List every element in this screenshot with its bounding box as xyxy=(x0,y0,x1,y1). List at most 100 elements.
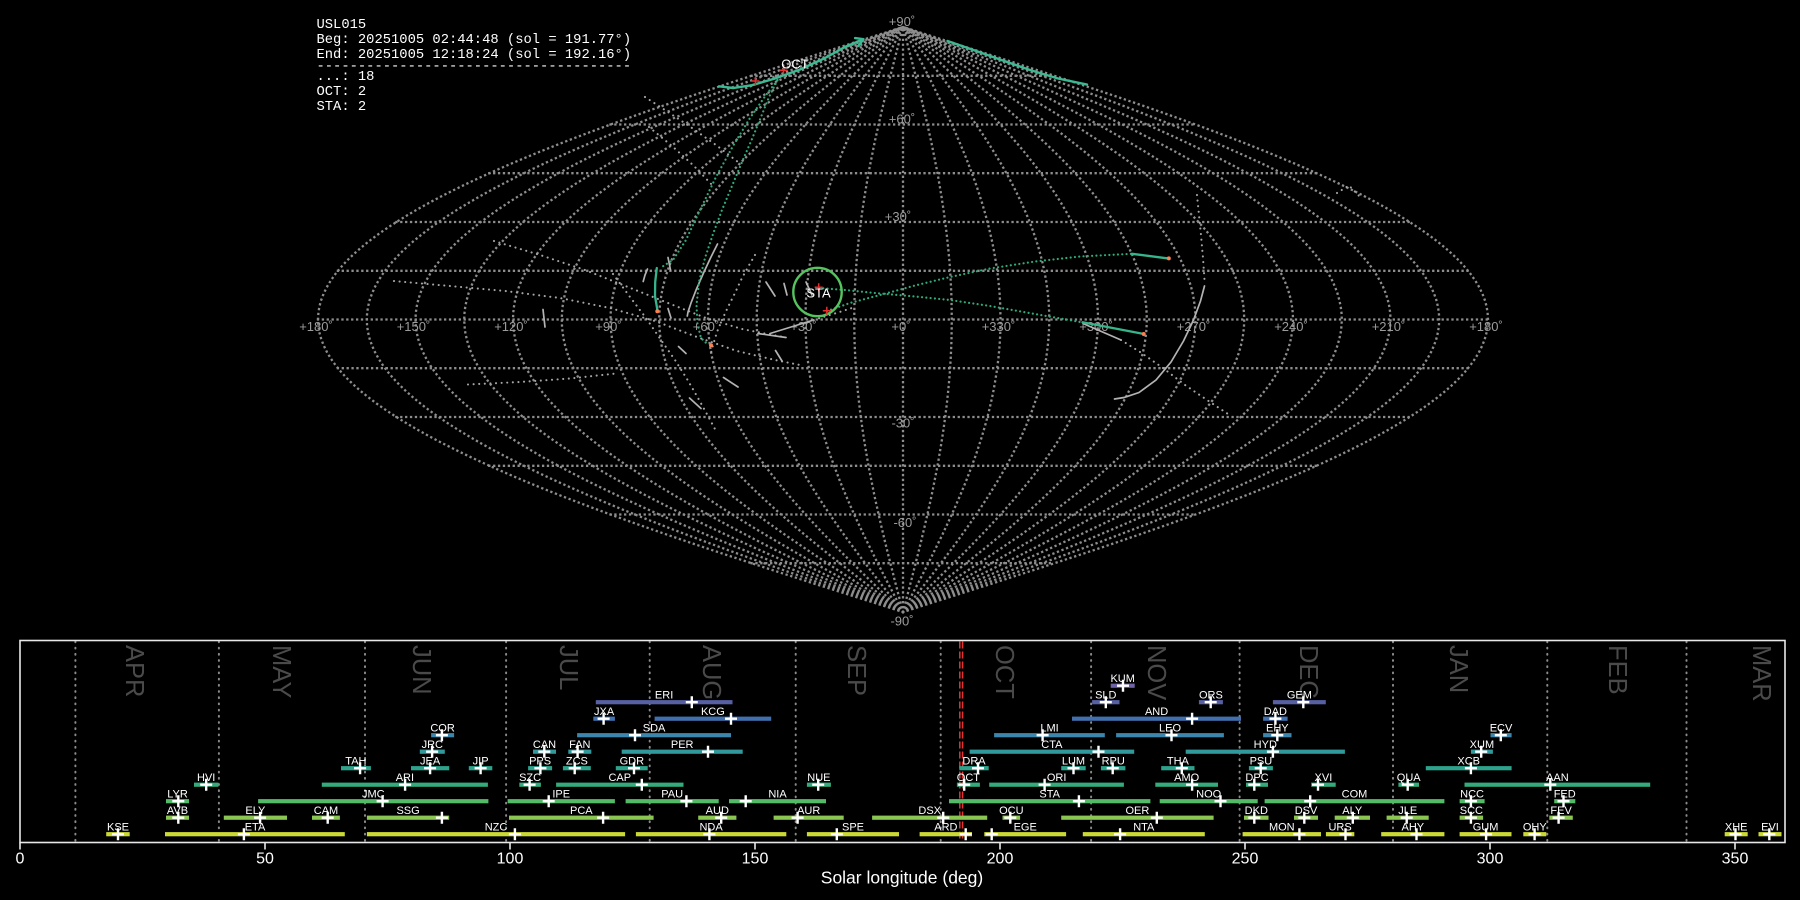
svg-text:+0˚: +0˚ xyxy=(891,319,910,334)
svg-text:JMC: JMC xyxy=(362,789,385,801)
svg-text:...: 18: ...: 18 xyxy=(317,70,375,85)
svg-text:JXA: JXA xyxy=(594,706,615,718)
svg-text:LMI: LMI xyxy=(1040,723,1058,735)
svg-text:FEB: FEB xyxy=(1603,645,1631,695)
svg-text:JUN: JUN xyxy=(407,645,435,695)
svg-text:DAD: DAD xyxy=(1264,706,1287,718)
svg-text:ORS: ORS xyxy=(1199,690,1223,702)
svg-text:AUR: AUR xyxy=(797,805,820,817)
svg-text:ORI: ORI xyxy=(1047,772,1067,784)
svg-text:GEM: GEM xyxy=(1287,690,1312,702)
svg-text:AVB: AVB xyxy=(167,805,188,817)
svg-text:JRC: JRC xyxy=(422,739,443,751)
svg-text:NDA: NDA xyxy=(699,822,723,834)
svg-text:300: 300 xyxy=(1477,851,1504,868)
svg-text:Solar longitude (deg): Solar longitude (deg) xyxy=(821,868,983,888)
svg-text:+60˚: +60˚ xyxy=(889,112,915,127)
svg-text:PER: PER xyxy=(671,739,694,751)
svg-text:JEA: JEA xyxy=(420,756,441,768)
svg-text:SEP: SEP xyxy=(842,645,870,696)
svg-text:+210˚: +210˚ xyxy=(1372,319,1406,334)
svg-text:Beg: 20251005 02:44:48 (sol =: Beg: 20251005 02:44:48 (sol = 191.77°) xyxy=(317,32,632,48)
svg-text:+120˚: +120˚ xyxy=(494,319,528,334)
svg-text:+30˚: +30˚ xyxy=(885,209,911,224)
svg-text:QUA: QUA xyxy=(1397,772,1422,784)
svg-text:KSE: KSE xyxy=(107,822,129,834)
svg-text:150: 150 xyxy=(742,851,769,868)
svg-text:OCT: OCT xyxy=(781,57,809,72)
svg-text:MAY: MAY xyxy=(267,645,295,698)
svg-text:250: 250 xyxy=(1232,851,1259,868)
svg-text:NUE: NUE xyxy=(807,772,830,784)
svg-text:XHE: XHE xyxy=(1725,822,1748,834)
svg-text:CAP: CAP xyxy=(608,772,631,784)
svg-text:USL015: USL015 xyxy=(317,18,367,33)
svg-text:NCC: NCC xyxy=(1460,789,1484,801)
svg-text:AAN: AAN xyxy=(1546,772,1569,784)
svg-text:DKD: DKD xyxy=(1245,805,1268,817)
svg-text:200: 200 xyxy=(987,851,1014,868)
svg-text:NIA: NIA xyxy=(768,789,787,801)
svg-text:ECV: ECV xyxy=(1490,723,1513,735)
svg-text:350: 350 xyxy=(1722,851,1749,868)
svg-text:JUL: JUL xyxy=(554,645,582,690)
svg-text:STA: STA xyxy=(1039,789,1060,801)
svg-text:SSG: SSG xyxy=(396,805,419,817)
svg-text:EVI: EVI xyxy=(1761,822,1779,834)
svg-text:ALY: ALY xyxy=(1342,805,1363,817)
svg-text:-60˚: -60˚ xyxy=(893,515,916,530)
svg-text:OCT: OCT xyxy=(990,645,1018,699)
svg-text:AHY: AHY xyxy=(1401,822,1424,834)
svg-text:50: 50 xyxy=(256,851,274,868)
svg-text:CTA: CTA xyxy=(1041,739,1063,751)
svg-text:LUM: LUM xyxy=(1062,756,1085,768)
svg-text:OCT: OCT xyxy=(957,772,981,784)
svg-text:LEO: LEO xyxy=(1159,723,1181,735)
svg-text:NOV: NOV xyxy=(1142,645,1170,700)
svg-text:MON: MON xyxy=(1269,822,1295,834)
svg-text:+150˚: +150˚ xyxy=(397,319,431,334)
svg-text:AUD: AUD xyxy=(706,805,729,817)
svg-text:HYD: HYD xyxy=(1254,739,1277,751)
svg-text:-30˚: -30˚ xyxy=(891,416,914,431)
svg-text:CAM: CAM xyxy=(314,805,338,817)
svg-text:HVI: HVI xyxy=(197,772,215,784)
svg-text:ARI: ARI xyxy=(396,772,414,784)
svg-text:STA: STA xyxy=(806,286,831,301)
svg-text:OHY: OHY xyxy=(1523,822,1548,834)
svg-text:RPU: RPU xyxy=(1102,756,1125,768)
svg-text:ZCS: ZCS xyxy=(566,756,588,768)
svg-text:AMO: AMO xyxy=(1174,772,1200,784)
svg-text:IPE: IPE xyxy=(552,789,570,801)
svg-text:-90˚: -90˚ xyxy=(890,614,913,629)
svg-text:OCU: OCU xyxy=(999,805,1024,817)
svg-text:AND: AND xyxy=(1145,706,1168,718)
svg-text:EGE: EGE xyxy=(1014,822,1037,834)
svg-text:NTA: NTA xyxy=(1133,822,1155,834)
svg-text:DPC: DPC xyxy=(1245,772,1268,784)
svg-text:+90˚: +90˚ xyxy=(595,319,621,334)
svg-text:KCG: KCG xyxy=(701,706,725,718)
svg-text:PPS: PPS xyxy=(529,756,551,768)
svg-text:MAR: MAR xyxy=(1747,645,1775,702)
svg-text:DRA: DRA xyxy=(962,756,986,768)
svg-text:XCB: XCB xyxy=(1457,756,1480,768)
svg-text:OCT: 2: OCT: 2 xyxy=(317,85,367,100)
svg-text:OER: OER xyxy=(1125,805,1149,817)
svg-text:XVI: XVI xyxy=(1315,772,1333,784)
svg-text:GDR: GDR xyxy=(620,756,645,768)
svg-text:ELY: ELY xyxy=(245,805,266,817)
svg-text:PSU: PSU xyxy=(1250,756,1273,768)
svg-text:+180˚: +180˚ xyxy=(299,319,333,334)
svg-text:FAN: FAN xyxy=(569,739,590,751)
svg-text:+240˚: +240˚ xyxy=(1274,319,1308,334)
svg-text:+180˚: +180˚ xyxy=(1469,319,1503,334)
svg-text:DSX: DSX xyxy=(918,805,941,817)
svg-text:KUM: KUM xyxy=(1110,673,1134,685)
svg-text:NZC: NZC xyxy=(485,822,508,834)
svg-text:FEV: FEV xyxy=(1550,805,1572,817)
svg-text:TAH: TAH xyxy=(345,756,366,768)
svg-text:LYR: LYR xyxy=(167,789,188,801)
svg-text:URS: URS xyxy=(1328,822,1351,834)
svg-text:CAN: CAN xyxy=(533,739,556,751)
